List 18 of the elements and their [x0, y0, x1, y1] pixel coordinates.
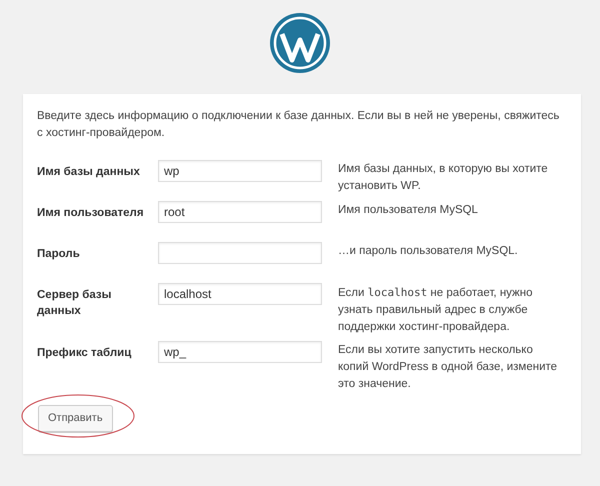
field-description: Если localhost не работает, нужно узнать правильный адрес в службе поддержки хостинг-провайдера. — [338, 285, 534, 335]
input-field[interactable] — [158, 242, 322, 264]
logo-icon — [269, 12, 331, 74]
input-field[interactable]: root — [158, 201, 322, 223]
submit-button[interactable]: Отправить — [38, 405, 113, 432]
field-description: Имя базы данных, в которую вы хотите установить WP. — [338, 162, 549, 194]
field-description: Имя пользователя MySQL — [338, 203, 479, 218]
field-label: Префикс таблиц — [37, 346, 132, 361]
field-description: …и пароль пользователя MySQL. — [338, 244, 519, 259]
input-field[interactable]: wp — [158, 160, 322, 182]
field-label: Имя базы данных — [37, 165, 141, 180]
intro-text: Введите здесь информацию о подключении к базе данных. Если вы в ней не уверены, свяжитесь с хостинг-провайдером. — [37, 109, 560, 141]
field-label: Пароль — [37, 247, 81, 262]
field-label: Сервер базы данных — [37, 288, 112, 319]
input-field[interactable]: localhost — [158, 283, 322, 305]
input-field[interactable]: wp_ — [158, 341, 322, 363]
field-label: Имя пользователя — [37, 206, 145, 221]
field-description: Если вы хотите запустить несколько копий WordPress в одной базе, измените это значение. — [338, 343, 558, 392]
